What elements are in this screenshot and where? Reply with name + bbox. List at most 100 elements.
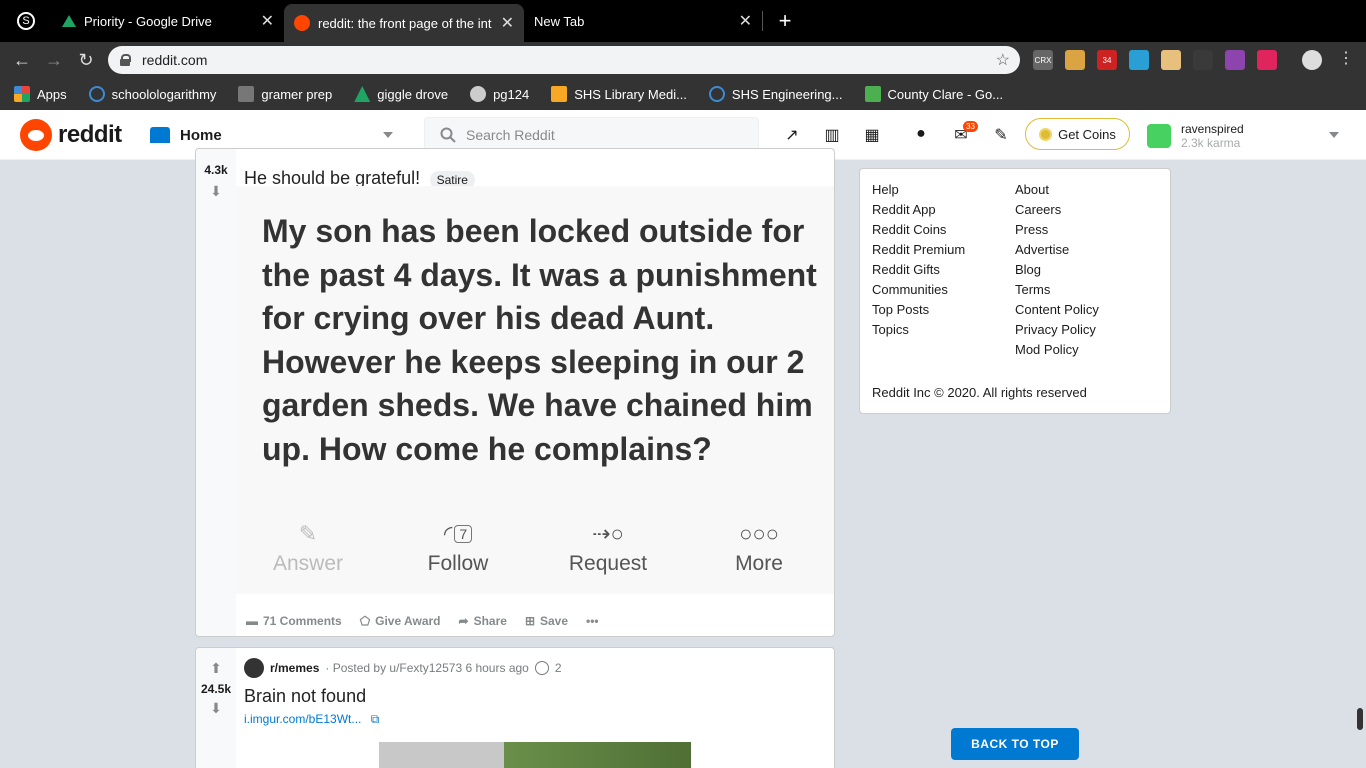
- vote-column: 4.3k ⬇: [196, 149, 236, 636]
- bookmark-pg124[interactable]: pg124: [470, 86, 529, 102]
- library-icon: [551, 86, 568, 102]
- post-actions: ▬ 71 Comments ⬠ Give Award ➦ Share ⊞ Save ••…: [246, 614, 599, 628]
- post-link[interactable]: i.imgur.com/bE13Wt... ⧉: [244, 712, 379, 727]
- downvote-icon[interactable]: ⬇: [208, 700, 224, 716]
- upvote-icon[interactable]: ⬆: [208, 660, 224, 676]
- bookmark-label: SHS Library Medi...: [574, 86, 687, 102]
- address-bar[interactable]: reddit.com ☆: [108, 46, 1020, 74]
- reddit-logo[interactable]: reddit: [20, 119, 122, 151]
- link-advertise[interactable]: Advertise: [1015, 243, 1099, 257]
- give-award-button[interactable]: ⬠ Give Award: [360, 614, 441, 628]
- bookmark-label: Apps: [37, 86, 67, 102]
- karma: 2.3k karma: [1181, 136, 1241, 150]
- tab-google-drive[interactable]: Priority - Google Drive ✕: [52, 0, 284, 42]
- more-action: ○○○ More: [699, 516, 819, 576]
- link-privacy-policy[interactable]: Privacy Policy: [1015, 323, 1099, 337]
- schoology-icon: [708, 86, 725, 102]
- extension-crx-icon[interactable]: CRX: [1033, 50, 1053, 70]
- reddit-favicon-icon: [294, 15, 310, 31]
- trending-icon[interactable]: ↗: [782, 125, 802, 145]
- menu-dots-icon[interactable]: ⋮: [1338, 48, 1354, 68]
- link-reddit-coins[interactable]: Reddit Coins: [872, 223, 965, 237]
- link-help[interactable]: Help: [872, 183, 965, 197]
- bookmark-apps[interactable]: Apps: [14, 86, 67, 102]
- get-coins-button[interactable]: Get Coins: [1025, 118, 1130, 150]
- posted-by[interactable]: · Posted by u/Fexty12573 6 hours ago: [325, 661, 528, 675]
- share-button[interactable]: ➦ Share: [459, 614, 507, 628]
- extension-red-icon[interactable]: [1257, 50, 1277, 70]
- search-input[interactable]: [466, 127, 746, 143]
- link-topics[interactable]: Topics: [872, 323, 965, 337]
- bookmark-giggle-drove[interactable]: giggle drove: [354, 86, 448, 102]
- save-button[interactable]: ⊞ Save: [525, 614, 568, 628]
- comments-button[interactable]: ▬ 71 Comments: [246, 614, 342, 628]
- extension-abp-icon[interactable]: 34: [1097, 50, 1117, 70]
- search-icon: [440, 127, 456, 143]
- link-press[interactable]: Press: [1015, 223, 1099, 237]
- link-about[interactable]: About: [1015, 183, 1099, 197]
- close-tab-icon[interactable]: ✕: [739, 11, 752, 31]
- vote-column: ⬆ 24.5k ⬇: [196, 648, 236, 768]
- coin-icon: [1039, 127, 1053, 141]
- link-communities[interactable]: Communities: [872, 283, 965, 297]
- tab-new-tab[interactable]: New Tab ✕: [524, 0, 762, 42]
- link-content-policy[interactable]: Content Policy: [1015, 303, 1099, 317]
- reload-icon[interactable]: ↻: [70, 50, 102, 71]
- vote-count: 4.3k: [204, 163, 228, 177]
- extension-bird-icon[interactable]: [1129, 50, 1149, 70]
- link-careers[interactable]: Careers: [1015, 203, 1099, 217]
- bookmark-shs-engineering[interactable]: SHS Engineering...: [708, 86, 843, 102]
- post-meta: r/memes · Posted by u/Fexty12573 6 hours…: [244, 658, 562, 678]
- post-image[interactable]: My son has been locked outside for the p…: [236, 186, 834, 594]
- link-top-posts[interactable]: Top Posts: [872, 303, 965, 317]
- link-mod-policy[interactable]: Mod Policy: [1015, 343, 1099, 357]
- home-label: Home: [180, 126, 222, 144]
- downvote-icon[interactable]: ⬇: [208, 183, 224, 199]
- close-tab-icon[interactable]: ✕: [501, 13, 514, 33]
- bookmark-gramer-prep[interactable]: gramer prep: [238, 86, 332, 102]
- award-count: 2: [554, 661, 562, 675]
- link-reddit-premium[interactable]: Reddit Premium: [872, 243, 965, 257]
- award-icon: [534, 661, 549, 675]
- more-options-button[interactable]: •••: [586, 614, 599, 628]
- link-blog[interactable]: Blog: [1015, 263, 1099, 277]
- pencil-icon: ✎: [298, 521, 318, 546]
- pencil-icon[interactable]: ✎: [991, 125, 1011, 145]
- post-title[interactable]: He should be grateful!: [244, 168, 420, 188]
- extension-owl-icon[interactable]: [1065, 50, 1085, 70]
- post-card[interactable]: 4.3k ⬇ He should be grateful! Satire My …: [195, 148, 835, 637]
- bookmark-county-clare[interactable]: County Clare - Go...: [864, 86, 1003, 102]
- stats-icon[interactable]: ▥: [822, 125, 842, 145]
- schoology-tab-icon[interactable]: S: [0, 0, 52, 42]
- back-arrow-icon[interactable]: ←: [6, 50, 38, 71]
- home-dropdown[interactable]: Home: [145, 119, 405, 151]
- post-image[interactable]: [379, 742, 691, 768]
- vote-count: 24.5k: [200, 682, 232, 696]
- bookmark-schoolologarithmy[interactable]: schoolologarithmy: [88, 86, 216, 102]
- forward-arrow-icon[interactable]: →: [38, 50, 70, 71]
- new-tab-plus-icon[interactable]: +: [763, 0, 807, 42]
- user-menu[interactable]: ravenspired 2.3k karma: [1147, 120, 1347, 152]
- subreddit-link[interactable]: r/memes: [270, 661, 319, 675]
- bookmark-label: SHS Engineering...: [731, 86, 843, 102]
- qr-icon[interactable]: ▦: [862, 125, 882, 145]
- scrollbar-thumb[interactable]: [1357, 708, 1363, 730]
- post-title[interactable]: Brain not found: [244, 686, 366, 707]
- profile-avatar-icon[interactable]: [1302, 50, 1322, 70]
- chat-icon[interactable]: ●: [911, 125, 931, 145]
- link-reddit-app[interactable]: Reddit App: [872, 203, 965, 217]
- bookmark-shs-library[interactable]: SHS Library Medi...: [551, 86, 687, 102]
- close-tab-icon[interactable]: ✕: [261, 11, 274, 31]
- back-to-top-button[interactable]: BACK TO TOP: [951, 728, 1079, 760]
- link-terms[interactable]: Terms: [1015, 283, 1099, 297]
- tab-reddit[interactable]: reddit: the front page of the int ✕: [284, 4, 524, 42]
- bookmark-star-icon[interactable]: ☆: [996, 50, 1010, 70]
- subreddit-icon[interactable]: [244, 658, 264, 678]
- extension-arrow-icon[interactable]: [1193, 50, 1213, 70]
- link-reddit-gifts[interactable]: Reddit Gifts: [872, 263, 965, 277]
- post-card[interactable]: ⬆ 24.5k ⬇ r/memes · Posted by u/Fexty125…: [195, 647, 835, 768]
- bookmarks-bar: Apps schoolologarithmy gramer prep giggl…: [0, 78, 1366, 110]
- extension-box-icon[interactable]: [1161, 50, 1181, 70]
- extension-color-icon[interactable]: [1225, 50, 1245, 70]
- gb-icon: [238, 86, 255, 102]
